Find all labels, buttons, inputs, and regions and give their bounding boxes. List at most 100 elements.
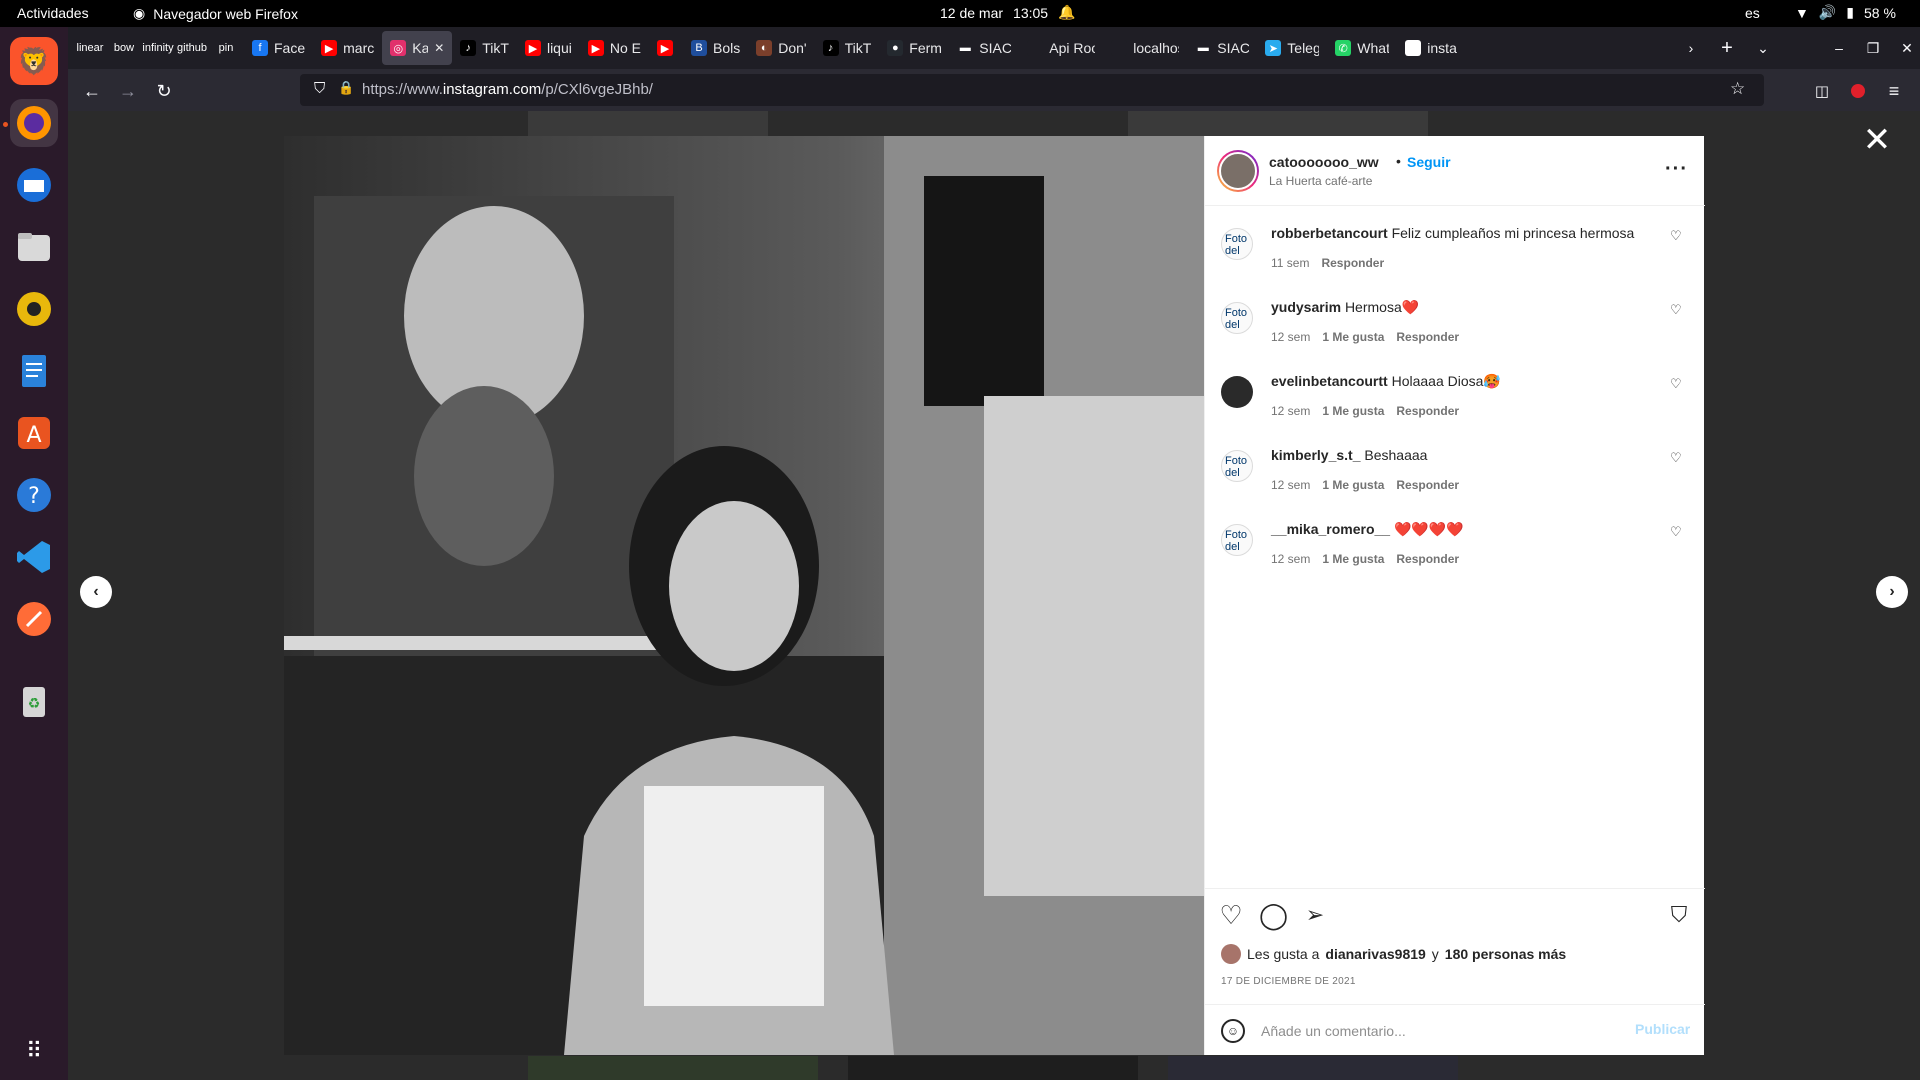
commenter-username[interactable]: robberbetancourt <box>1271 225 1388 241</box>
reply-button[interactable]: Responder <box>1396 478 1459 492</box>
browser-tab[interactable]: localhos <box>1103 31 1187 65</box>
browser-tab[interactable]: linear <box>74 31 108 65</box>
comment-time[interactable]: 12 sem <box>1271 330 1310 344</box>
follow-button[interactable]: Seguir <box>1407 154 1451 170</box>
author-username[interactable]: catooooooo_ww <box>1269 154 1379 170</box>
liker-username[interactable]: dianarivas9819 <box>1325 946 1425 962</box>
show-apps-icon[interactable]: ⠿ <box>10 1027 58 1075</box>
browser-tab[interactable]: ▶ <box>649 31 683 65</box>
browser-tab[interactable]: infinity <box>142 31 176 65</box>
share-paper-plane-icon[interactable]: ➢ <box>1301 901 1329 929</box>
commenter-avatar[interactable]: Foto del <box>1221 228 1253 260</box>
minimize-button[interactable]: – <box>1822 27 1856 69</box>
vscode-icon[interactable] <box>10 533 58 581</box>
postman-icon[interactable] <box>10 595 58 643</box>
browser-tab[interactable]: ▬ SIAC <box>1187 31 1257 65</box>
publish-button[interactable]: Publicar <box>1635 1021 1690 1037</box>
new-tab-button[interactable]: + <box>1710 27 1744 69</box>
comment-like-heart-icon[interactable]: ♡ <box>1670 450 1682 466</box>
close-modal-icon[interactable]: ✕ <box>1862 123 1892 157</box>
lock-icon[interactable]: 🔒 <box>338 80 354 96</box>
browser-tab[interactable]: bow <box>108 31 142 65</box>
emoji-icon[interactable]: ☺ <box>1221 1019 1245 1043</box>
thunderbird-icon[interactable] <box>10 161 58 209</box>
reply-button[interactable]: Responder <box>1396 404 1459 418</box>
comment-input[interactable] <box>1261 1019 1621 1043</box>
system-menu[interactable]: ▼ 🔊 ▮ 58 % <box>1795 4 1896 21</box>
comment-like-heart-icon[interactable]: ♡ <box>1670 524 1682 540</box>
comment-likes[interactable]: 1 Me gusta <box>1322 330 1384 344</box>
browser-tab[interactable]: github <box>176 31 210 65</box>
comment-like-heart-icon[interactable]: ♡ <box>1670 302 1682 318</box>
browser-tab[interactable]: ● Ferm <box>879 31 949 65</box>
app-menu[interactable]: ◉ Navegador web Firefox <box>133 5 298 22</box>
comment-time[interactable]: 12 sem <box>1271 478 1310 492</box>
browser-tab[interactable]: Ginsta <box>1397 31 1465 65</box>
tab-scroll-right-icon[interactable]: › <box>1674 27 1708 69</box>
libreoffice-writer-icon[interactable] <box>10 347 58 395</box>
tracking-protection-shield-icon[interactable]: ⛉ <box>314 80 325 97</box>
reply-button[interactable]: Responder <box>1396 552 1459 566</box>
keyboard-layout[interactable]: es <box>1745 5 1760 21</box>
list-all-tabs-icon[interactable]: ⌄ <box>1746 27 1780 69</box>
menu-icon[interactable]: ≡ <box>1880 77 1908 105</box>
commenter-avatar[interactable]: Foto del <box>1221 524 1253 556</box>
brave-browser-icon[interactable]: 🦁 <box>10 37 58 85</box>
comment-time[interactable]: 11 sem <box>1271 256 1309 270</box>
more-options-icon[interactable]: ··· <box>1665 158 1688 181</box>
trash-icon[interactable]: ♻ <box>10 677 58 725</box>
comment-like-heart-icon[interactable]: ♡ <box>1670 376 1682 392</box>
forward-button[interactable]: → <box>114 77 142 105</box>
browser-tab[interactable]: ➤ Teleg <box>1257 31 1327 65</box>
commenter-avatar[interactable]: Foto del <box>1221 450 1253 482</box>
clock[interactable]: 12 de mar 13:05 🔔 <box>940 4 1076 21</box>
comment-likes[interactable]: 1 Me gusta <box>1322 552 1384 566</box>
post-location[interactable]: La Huerta café-arte <box>1269 174 1372 188</box>
post-date[interactable]: 17 DE DICIEMBRE DE 2021 <box>1221 976 1356 987</box>
commenter-username[interactable]: kimberly_s.t_ <box>1271 447 1361 463</box>
browser-tab[interactable]: ▶ marc <box>313 31 382 65</box>
browser-tab[interactable]: pin <box>210 31 244 65</box>
browser-tab[interactable]: f Face <box>244 31 313 65</box>
activities-button[interactable]: Actividades <box>17 5 89 21</box>
comment-like-heart-icon[interactable]: ♡ <box>1670 228 1682 244</box>
comment-time[interactable]: 12 sem <box>1271 552 1310 566</box>
reply-button[interactable]: Responder <box>1321 256 1384 270</box>
reload-button[interactable]: ↻ <box>150 77 178 105</box>
next-post-button[interactable]: › <box>1876 576 1908 608</box>
close-window-button[interactable]: ✕ <box>1890 27 1920 69</box>
extension-icon[interactable] <box>1844 77 1872 105</box>
reply-button[interactable]: Responder <box>1396 330 1459 344</box>
software-center-icon[interactable]: A <box>10 409 58 457</box>
post-photo[interactable] <box>284 136 1204 1055</box>
liker-avatar[interactable] <box>1221 944 1241 964</box>
author-avatar[interactable] <box>1217 150 1259 192</box>
save-bookmark-icon[interactable]: ⛉ <box>1665 901 1693 929</box>
browser-tab[interactable]: ◐ Don' <box>748 31 814 65</box>
likes-others-link[interactable]: 180 personas más <box>1445 946 1566 962</box>
commenter-avatar[interactable] <box>1221 376 1253 408</box>
browser-tab[interactable]: ✆ What <box>1327 31 1397 65</box>
back-button[interactable]: ← <box>78 77 106 105</box>
commenter-username[interactable]: yudysarim <box>1271 299 1341 315</box>
rhythmbox-icon[interactable] <box>10 285 58 333</box>
help-icon[interactable]: ? <box>10 471 58 519</box>
close-tab-icon[interactable]: ✕ <box>434 41 444 55</box>
comment-time[interactable]: 12 sem <box>1271 404 1310 418</box>
restore-button[interactable]: ❐ <box>1856 27 1890 69</box>
url-bar[interactable]: ⛉ 🔒 https://www.instagram.com/p/CXl6vgeJ… <box>300 74 1764 106</box>
comment-bubble-icon[interactable]: ◯ <box>1259 901 1288 929</box>
browser-tab[interactable]: ▬ SIAC <box>949 31 1019 65</box>
bookmark-star-icon[interactable]: ☆ <box>1730 79 1745 99</box>
browser-tab[interactable]: ◎ Ka ✕ <box>382 31 453 65</box>
pocket-icon[interactable]: ◫ <box>1808 77 1836 105</box>
commenter-avatar[interactable]: Foto del <box>1221 302 1253 334</box>
comment-likes[interactable]: 1 Me gusta <box>1322 478 1384 492</box>
commenter-username[interactable]: __mika_romero__ <box>1271 521 1390 537</box>
browser-tab[interactable]: ♪ TikT <box>452 31 517 65</box>
files-icon[interactable] <box>10 223 58 271</box>
browser-tab[interactable]: Api Root <box>1019 31 1103 65</box>
browser-tab[interactable]: ▶ No E <box>580 31 649 65</box>
commenter-username[interactable]: evelinbetancourtt <box>1271 373 1388 389</box>
browser-tab[interactable]: B Bols <box>683 31 748 65</box>
